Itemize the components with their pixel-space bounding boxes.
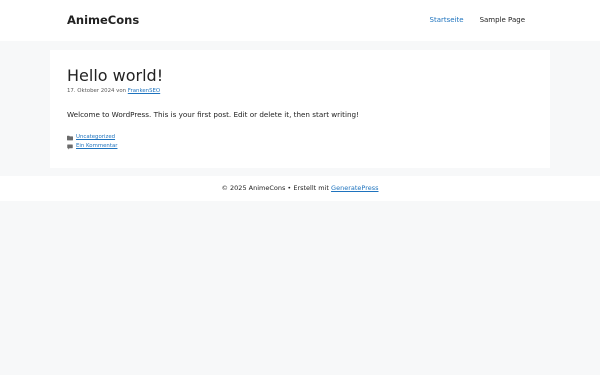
post-footer-meta: Uncategorized Ein Kommentar (67, 133, 117, 151)
comments-link[interactable]: Ein Kommentar (76, 142, 117, 151)
nav-item-sample-page[interactable]: Sample Page (472, 13, 533, 27)
post-card: Hello world! 17. Oktober 2024 von Franke… (50, 50, 550, 168)
site-info: © 2025 AnimeCons • Erstellt mit Generate… (0, 184, 600, 193)
nav-item-startseite[interactable]: Startseite (422, 13, 472, 27)
post-content: Welcome to WordPress. This is your first… (67, 110, 359, 119)
post-author-link[interactable]: FrankenSEO (128, 88, 160, 94)
post-byline-text: von (116, 88, 127, 94)
main-navigation: Startseite Sample Page (422, 13, 533, 27)
post-title: Hello world! (67, 66, 164, 85)
site-title-link[interactable]: AnimeCons (67, 12, 139, 28)
generatepress-link[interactable]: GeneratePress (331, 184, 378, 192)
post-date: 17. Oktober 2024 (67, 88, 115, 94)
comments-row: Ein Kommentar (67, 142, 117, 151)
site-footer: © 2025 AnimeCons • Erstellt mit Generate… (0, 176, 600, 201)
post-meta: 17. Oktober 2024 von FrankenSEO (67, 87, 160, 95)
folder-icon (67, 135, 73, 140)
site-header: AnimeCons Startseite Sample Page (0, 0, 600, 41)
category-link[interactable]: Uncategorized (76, 133, 115, 142)
comment-icon (67, 144, 73, 149)
category-row: Uncategorized (67, 133, 117, 142)
copyright-text: © 2025 AnimeCons • Erstellt mit (221, 184, 329, 192)
